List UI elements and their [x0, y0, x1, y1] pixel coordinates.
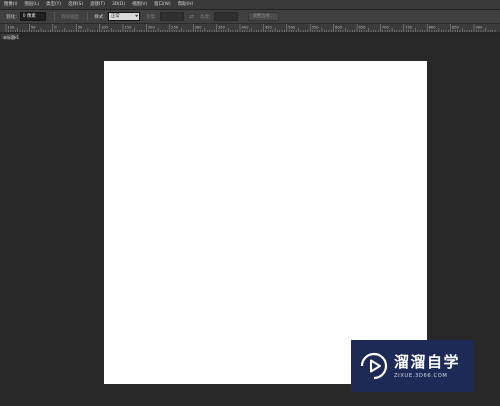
menu-help[interactable]: 帮助(H) [174, 0, 197, 9]
ruler-label: 700 [382, 26, 390, 30]
watermark-title: 溜溜自学 [394, 352, 461, 371]
width-input[interactable] [159, 12, 184, 21]
ruler-label: 650 [359, 26, 367, 30]
ruler-label: 350 [218, 26, 226, 30]
style-select[interactable]: 正常 ▼ [107, 12, 140, 21]
width-label: 宽度: [145, 14, 157, 20]
menu-layer[interactable]: 图层(L) [21, 0, 43, 9]
menu-3d[interactable]: 3D(D) [108, 0, 128, 9]
divider [87, 12, 89, 21]
ruler-label: 900 [476, 26, 484, 30]
ruler-label: 500 [288, 26, 296, 30]
horizontal-ruler[interactable]: 100 50 0 50 100 150 200 250 300 350 400 450 500 550 60… [0, 24, 500, 33]
ruler-label: 100 [101, 26, 109, 30]
ruler-label: 600 [335, 26, 343, 30]
antialias-checkbox[interactable]: 消除锯齿 [61, 14, 79, 20]
chevron-down-icon: ▼ [135, 14, 138, 18]
menu-bar: 图像(I) 图层(L) 类型(Y) 选择(S) 滤镜(T) 3D(D) 视图(V… [0, 0, 500, 10]
watermark: 溜溜自学 ZIXUE.3D66.COM [351, 340, 473, 392]
ruler-label: 150 [125, 26, 133, 30]
ruler-label: 300 [195, 26, 203, 30]
height-label: 高度: [199, 14, 211, 20]
ruler-label: 550 [312, 26, 320, 30]
menu-type[interactable]: 类型(Y) [42, 0, 64, 9]
style-label: 样式: [94, 14, 105, 20]
menu-view[interactable]: 视图(V) [128, 0, 150, 9]
style-select-value: 正常 [110, 14, 120, 19]
feather-label: 羽化: [6, 14, 17, 20]
height-input[interactable] [213, 12, 238, 21]
ruler-ticks: 100 50 0 50 100 150 200 250 300 350 400 450 500 550 60… [5, 24, 496, 32]
ruler-label: 450 [265, 26, 273, 30]
refine-edge-button[interactable]: 调整边缘... [247, 12, 279, 21]
divider [53, 12, 55, 21]
document-canvas[interactable] [104, 61, 427, 384]
menu-filter[interactable]: 滤镜(T) [86, 0, 108, 9]
ruler-label: 200 [148, 26, 156, 30]
menu-window[interactable]: 窗口(W) [150, 0, 174, 9]
menu-select[interactable]: 选择(S) [64, 0, 86, 9]
ruler-label: 250 [171, 26, 179, 30]
link-icon[interactable]: ⇄ [190, 14, 194, 20]
ruler-label: 400 [242, 26, 250, 30]
ruler-label: 0 [54, 26, 57, 30]
document-tab[interactable]: 未标题-1 × [0, 33, 20, 40]
close-icon[interactable]: × [14, 34, 17, 41]
ruler-label: 50 [78, 26, 83, 30]
options-bar: 羽化: 0 像素 消除锯齿 样式: 正常 ▼ 宽度: ⇄ 高度: 调整边缘... [0, 10, 500, 24]
ruler-label: 850 [452, 26, 460, 30]
watermark-url: ZIXUE.3D66.COM [394, 372, 448, 379]
feather-input[interactable]: 0 像素 [19, 12, 46, 21]
play-logo-icon [360, 352, 388, 380]
ruler-label: 750 [405, 26, 413, 30]
ruler-label: 100 [8, 26, 16, 30]
watermark-text: 溜溜自学 ZIXUE.3D66.COM [394, 352, 461, 379]
ruler-label: 50 [31, 26, 36, 30]
ruler-label: 800 [429, 26, 437, 30]
menu-image[interactable]: 图像(I) [0, 0, 21, 9]
